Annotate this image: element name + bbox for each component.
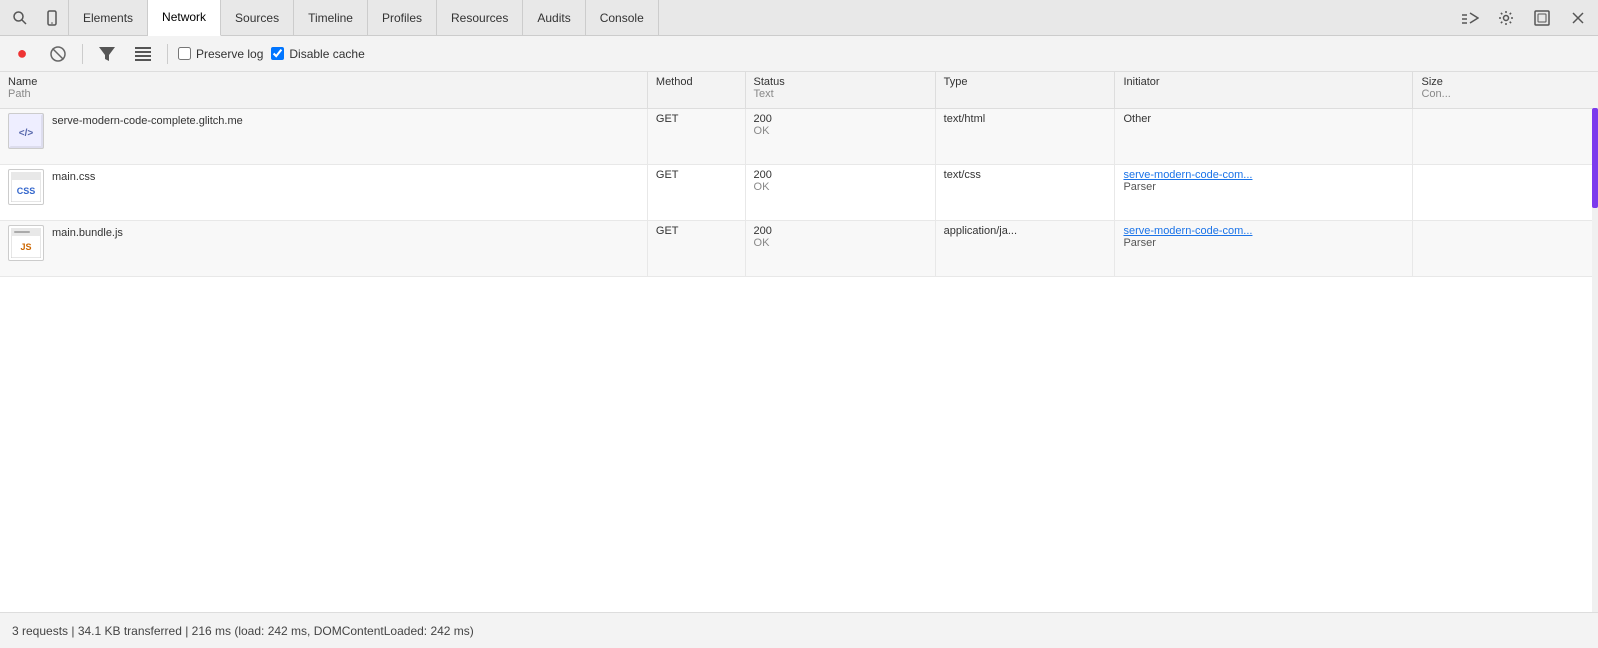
file-icon-js: JS <box>8 225 44 261</box>
tab-console[interactable]: Console <box>586 0 659 36</box>
toolbar: ● Preserve log Disable cache <box>0 36 1598 72</box>
svg-text:CSS: CSS <box>17 186 36 196</box>
tab-profiles[interactable]: Profiles <box>368 0 437 36</box>
file-name-text: main.css <box>52 169 95 183</box>
table-row[interactable]: CSS main.css GET 200OK text/css serve-modern… <box>0 164 1598 220</box>
disable-cache-text: Disable cache <box>289 47 364 61</box>
table-row[interactable]: </> serve-modern-code-complete.glitch.me… <box>0 108 1598 164</box>
execute-icon <box>1461 11 1479 25</box>
method-value: GET <box>656 113 679 125</box>
restore-icon <box>1534 10 1550 26</box>
status-text: OK <box>754 181 927 193</box>
execute-icon-btn[interactable] <box>1454 2 1486 34</box>
cell-type: text/html <box>935 108 1115 164</box>
cell-status: 200OK <box>745 108 935 164</box>
preserve-log-text: Preserve log <box>196 47 263 61</box>
top-nav: Elements Network Sources Timeline Profil… <box>0 0 1598 36</box>
cell-method: GET <box>647 164 745 220</box>
preserve-log-checkbox[interactable] <box>178 47 191 60</box>
search-icon <box>12 10 28 26</box>
tab-sources[interactable]: Sources <box>221 0 294 36</box>
network-table-container: Name Path Method Status Text Type Initia… <box>0 72 1598 612</box>
cell-initiator: Other <box>1115 108 1413 164</box>
mobile-icon-btn[interactable] <box>36 2 68 34</box>
cell-name[interactable]: </> serve-modern-code-complete.glitch.me <box>0 108 647 164</box>
table-header-row: Name Path Method Status Text Type Initia… <box>0 72 1598 108</box>
list-icon <box>135 47 151 61</box>
toolbar-divider-1 <box>82 44 83 64</box>
col-header-size[interactable]: Size Con... <box>1413 72 1598 108</box>
table-row[interactable]: JS main.bundle.js GET 200OK application/ja.… <box>0 220 1598 276</box>
restore-icon-btn[interactable] <box>1526 2 1558 34</box>
filter-icon <box>99 47 115 61</box>
method-value: GET <box>656 169 679 181</box>
search-icon-btn[interactable] <box>4 2 36 34</box>
mobile-icon <box>44 10 60 26</box>
col-header-name[interactable]: Name Path <box>0 72 647 108</box>
tab-network[interactable]: Network <box>148 0 221 36</box>
status-code: 200 <box>754 225 927 237</box>
cell-name[interactable]: JS main.bundle.js <box>0 220 647 276</box>
status-code: 200 <box>754 113 927 125</box>
col-header-type[interactable]: Type <box>935 72 1115 108</box>
col-header-initiator[interactable]: Initiator <box>1115 72 1413 108</box>
file-icon-css: CSS <box>8 169 44 205</box>
type-value: text/css <box>944 169 981 181</box>
disable-cache-label[interactable]: Disable cache <box>271 47 364 61</box>
scrollbar-track[interactable] <box>1592 108 1598 612</box>
cell-size <box>1413 108 1598 164</box>
stop-button[interactable] <box>44 40 72 68</box>
initiator-link[interactable]: serve-modern-code-com... <box>1123 225 1252 237</box>
close-icon-btn[interactable] <box>1562 2 1594 34</box>
settings-icon-btn[interactable] <box>1490 2 1522 34</box>
initiator-link[interactable]: serve-modern-code-com... <box>1123 169 1252 181</box>
toolbar-divider-2 <box>167 44 168 64</box>
table-body: </> serve-modern-code-complete.glitch.me… <box>0 108 1598 276</box>
cell-status: 200OK <box>745 164 935 220</box>
network-table: Name Path Method Status Text Type Initia… <box>0 72 1598 277</box>
tab-audits[interactable]: Audits <box>523 0 585 36</box>
col-header-method[interactable]: Method <box>647 72 745 108</box>
tab-elements[interactable]: Elements <box>68 0 148 36</box>
cell-method: GET <box>647 220 745 276</box>
initiator-sub: Parser <box>1123 181 1404 193</box>
cell-size <box>1413 220 1598 276</box>
status-bar-text: 3 requests | 34.1 KB transferred | 216 m… <box>12 624 474 638</box>
file-icon-html: </> <box>8 113 44 149</box>
close-icon <box>1572 12 1584 24</box>
tab-resources[interactable]: Resources <box>437 0 523 36</box>
cell-size <box>1413 164 1598 220</box>
stop-icon <box>50 46 66 62</box>
svg-text:JS: JS <box>20 242 31 252</box>
disable-cache-checkbox[interactable] <box>271 47 284 60</box>
cell-status: 200OK <box>745 220 935 276</box>
svg-text:</>: </> <box>19 128 34 139</box>
initiator-value: Other <box>1123 113 1151 125</box>
status-code: 200 <box>754 169 927 181</box>
cell-initiator: serve-modern-code-com...Parser <box>1115 164 1413 220</box>
status-text: OK <box>754 237 927 249</box>
cell-initiator: serve-modern-code-com...Parser <box>1115 220 1413 276</box>
type-value: text/html <box>944 113 986 125</box>
cell-name[interactable]: CSS main.css <box>0 164 647 220</box>
initiator-sub: Parser <box>1123 237 1404 249</box>
list-view-button[interactable] <box>129 40 157 68</box>
status-bar: 3 requests | 34.1 KB transferred | 216 m… <box>0 612 1598 648</box>
file-name-text: serve-modern-code-complete.glitch.me <box>52 113 243 127</box>
filter-button[interactable] <box>93 40 121 68</box>
cell-type: application/ja... <box>935 220 1115 276</box>
nav-right-icons <box>1454 2 1594 34</box>
cell-method: GET <box>647 108 745 164</box>
record-button[interactable]: ● <box>8 40 36 68</box>
settings-icon <box>1498 10 1514 26</box>
cell-type: text/css <box>935 164 1115 220</box>
scrollbar-thumb[interactable] <box>1592 108 1598 208</box>
status-text: OK <box>754 125 927 137</box>
preserve-log-label[interactable]: Preserve log <box>178 47 263 61</box>
type-value: application/ja... <box>944 225 1017 237</box>
file-name-text: main.bundle.js <box>52 225 123 239</box>
col-header-status[interactable]: Status Text <box>745 72 935 108</box>
tab-timeline[interactable]: Timeline <box>294 0 368 36</box>
method-value: GET <box>656 225 679 237</box>
